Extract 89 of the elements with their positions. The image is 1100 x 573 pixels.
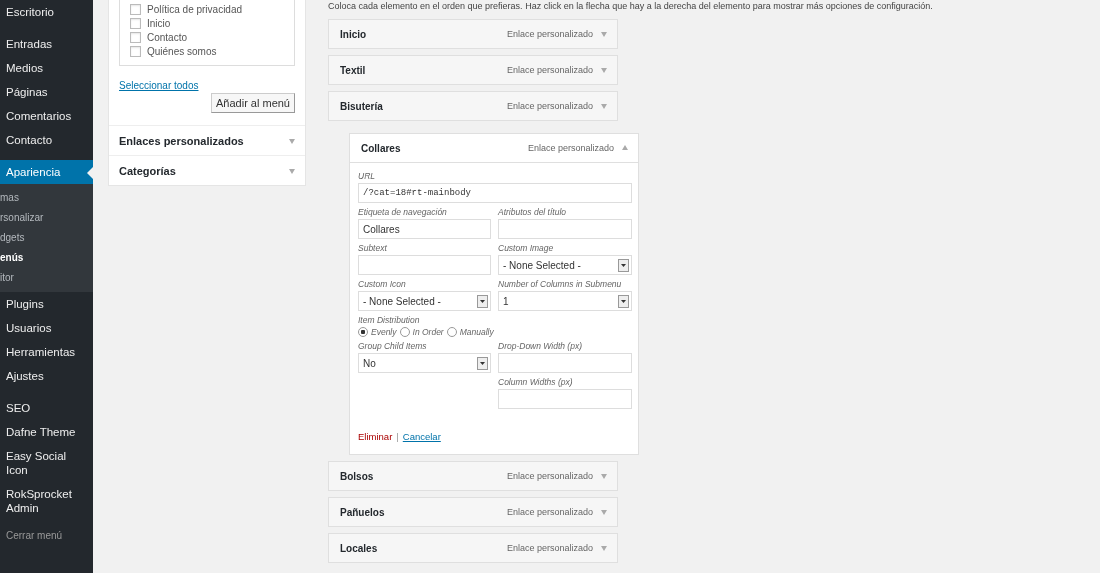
caret-icon <box>618 294 629 308</box>
sidebar-item[interactable]: Ajustes <box>0 364 93 388</box>
menu-item-title: Collares <box>361 142 402 154</box>
menu-item-title: Pañuelos <box>340 506 386 518</box>
menu-item-title: Textil <box>340 64 367 76</box>
sidebar-item[interactable]: SEO <box>0 396 93 420</box>
remove-link[interactable]: Eliminar <box>358 431 393 442</box>
caret-icon <box>477 294 488 308</box>
text-field[interactable] <box>498 389 632 409</box>
radio-button[interactable] <box>358 327 368 337</box>
sidebar-item[interactable]: Herramientas <box>0 340 93 364</box>
text-field[interactable]: Collares <box>358 219 491 239</box>
submenu-item[interactable]: rsonalizar <box>0 208 93 228</box>
select-all-link[interactable]: Seleccionar todos <box>119 80 199 91</box>
checkbox[interactable] <box>130 18 141 29</box>
url-field[interactable]: /?cat=18#rt-mainbody <box>358 183 632 203</box>
field-label: Custom Image <box>498 243 555 253</box>
sidebar-item[interactable]: Páginas <box>0 80 93 104</box>
menu-item-type: Enlace personalizado <box>506 471 593 481</box>
field-label: Atributos del título <box>498 207 568 217</box>
add-to-menu-button[interactable]: Añadir al menú <box>211 93 295 113</box>
radio-button[interactable] <box>399 327 410 337</box>
separator: | <box>396 431 399 442</box>
field-label: Custom Icon <box>358 279 407 289</box>
submenu-item[interactable]: dgets <box>0 228 93 248</box>
radio-label: In Order <box>412 327 444 337</box>
field-label: Item Distribution <box>358 315 421 325</box>
menu-item-title: Bolsos <box>340 470 375 482</box>
checkbox[interactable] <box>130 46 141 57</box>
submenu-item[interactable]: enús <box>0 248 93 268</box>
menu-item-type: Enlace personalizado <box>527 143 614 153</box>
sidebar-item[interactable]: Plugins <box>0 292 93 316</box>
field-label: Subtext <box>358 243 388 253</box>
sidebar-item[interactable]: Apariencia <box>0 160 93 184</box>
cancel-link[interactable]: Cancelar <box>402 431 441 442</box>
text-field[interactable] <box>358 255 491 275</box>
caret-icon <box>618 258 629 272</box>
sidebar-item[interactable]: RokSprocket Admin <box>0 482 93 520</box>
sidebar-item[interactable]: Contacto <box>0 128 93 152</box>
checkbox[interactable] <box>130 32 141 43</box>
accordion-section[interactable]: Enlaces personalizados <box>109 125 305 155</box>
select-field[interactable]: No <box>358 353 491 373</box>
collapse-menu-link[interactable]: Cerrar menú <box>0 528 93 543</box>
caret-icon <box>477 356 488 370</box>
sidebar-item[interactable]: Easy Social Icon <box>0 444 93 482</box>
checkbox[interactable] <box>130 4 141 15</box>
sidebar-item[interactable]: Usuarios <box>0 316 93 340</box>
field-label: Column Widths (px) <box>498 377 574 387</box>
text-field[interactable] <box>498 353 632 373</box>
field-label: URL <box>358 171 376 181</box>
menu-item-title: Locales <box>340 542 379 554</box>
menu-item-type: Enlace personalizado <box>506 29 593 39</box>
menu-item-type: Enlace personalizado <box>506 101 593 111</box>
select-field[interactable]: 1 <box>498 291 632 311</box>
menu-item-type: Enlace personalizado <box>506 65 593 75</box>
text-field[interactable] <box>498 219 632 239</box>
sidebar-item[interactable]: Escritorio <box>0 0 93 24</box>
menu-item-title: Bisutería <box>340 100 384 112</box>
menu-item-type: Enlace personalizado <box>506 543 593 553</box>
field-label: Group Child Items <box>358 341 428 351</box>
menu-item-bar[interactable]: Bolsos Enlace personalizado <box>328 461 618 491</box>
checklist-item[interactable]: Política de privacidad <box>130 4 284 15</box>
checklist-item[interactable]: Inicio <box>130 18 284 29</box>
menu-item-bar[interactable]: Locales Enlace personalizado <box>328 533 618 563</box>
sidebar-item[interactable]: Dafne Theme <box>0 420 93 444</box>
checklist-item[interactable]: Quiénes somos <box>130 46 284 57</box>
sidebar-item[interactable]: Comentarios <box>0 104 93 128</box>
menu-item-bar[interactable]: Bisutería Enlace personalizado <box>328 91 618 121</box>
field-label: Etiqueta de navegación <box>358 207 448 217</box>
field-label: Drop-Down Width (px) <box>498 341 583 351</box>
menu-item-bar[interactable]: Pañuelos Enlace personalizado <box>328 497 618 527</box>
menu-item-type: Enlace personalizado <box>506 507 593 517</box>
menu-item-bar[interactable]: Textil Enlace personalizado <box>328 55 618 85</box>
sidebar-item[interactable]: Medios <box>0 56 93 80</box>
radio-button[interactable] <box>446 327 457 337</box>
submenu-item[interactable]: mas <box>0 188 93 208</box>
select-field[interactable]: - None Selected - <box>498 255 632 275</box>
field-label: Number of Columns in Submenu <box>498 279 623 289</box>
menu-item-bar[interactable]: Collares Enlace personalizado <box>349 133 639 163</box>
accordion-section[interactable]: Categorías <box>109 155 305 185</box>
instructions-text: Coloca cada elemento en el orden que prefieras. Haz click en la flecha que hay a la derecha del elemento para mostrar más opciones de configuración. <box>328 1 933 11</box>
sidebar-item[interactable]: Entradas <box>0 32 93 56</box>
checklist-item[interactable]: Contacto <box>130 32 284 43</box>
select-field[interactable]: - None Selected - <box>358 291 491 311</box>
menu-item-bar[interactable]: Inicio Enlace personalizado <box>328 19 618 49</box>
menu-item-title: Inicio <box>340 28 368 40</box>
radio-label: Manually <box>459 327 494 337</box>
submenu-item[interactable]: itor <box>0 268 93 288</box>
radio-label: Evenly <box>371 327 397 337</box>
